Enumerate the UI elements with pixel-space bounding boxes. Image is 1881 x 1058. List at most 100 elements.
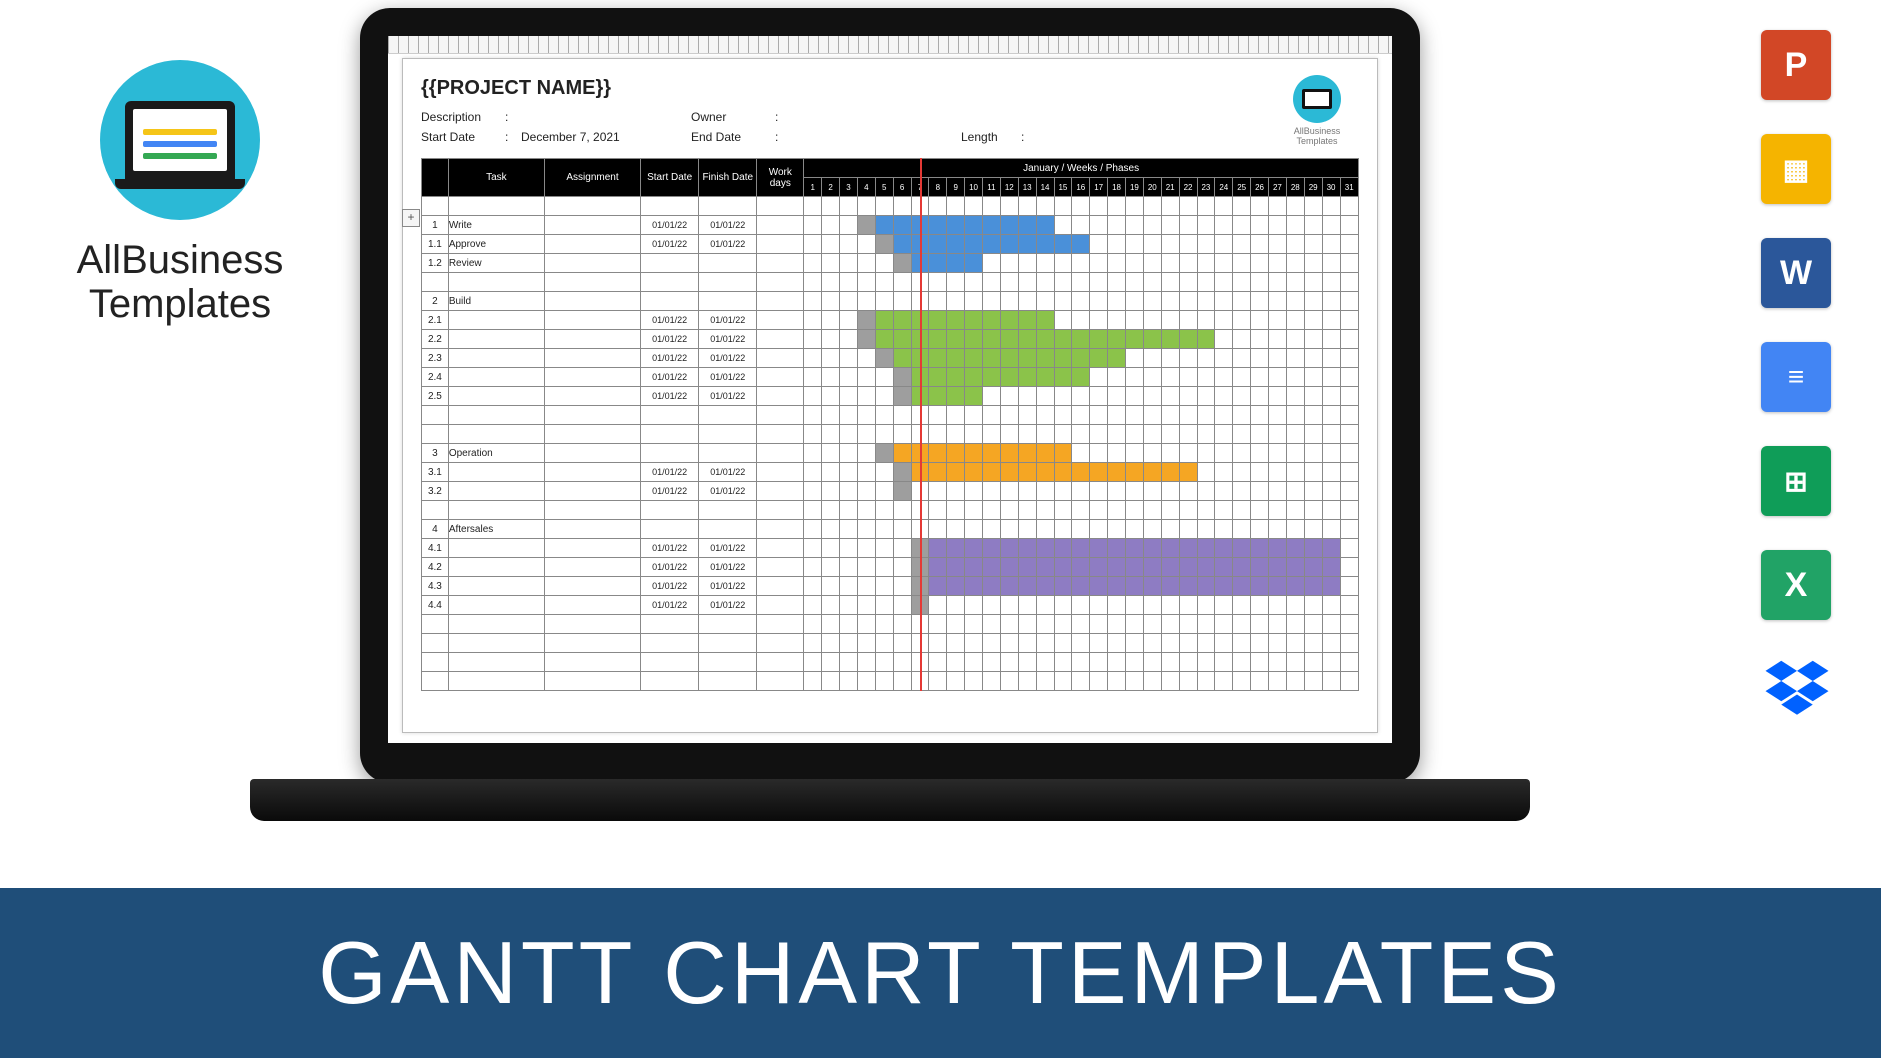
- timeline-cell[interactable]: [1072, 482, 1090, 501]
- timeline-cell[interactable]: [929, 539, 947, 558]
- timeline-cell[interactable]: [1054, 330, 1072, 349]
- cell[interactable]: [448, 558, 544, 577]
- timeline-cell[interactable]: [1126, 615, 1144, 634]
- timeline-cell[interactable]: [1126, 197, 1144, 216]
- timeline-cell[interactable]: [929, 653, 947, 672]
- timeline-cell[interactable]: [1143, 539, 1161, 558]
- cell[interactable]: 4.1: [422, 539, 449, 558]
- timeline-cell[interactable]: [1018, 406, 1036, 425]
- timeline-cell[interactable]: [1126, 425, 1144, 444]
- cell[interactable]: [448, 349, 544, 368]
- timeline-cell[interactable]: [1269, 197, 1287, 216]
- cell[interactable]: [448, 387, 544, 406]
- timeline-cell[interactable]: [1286, 558, 1304, 577]
- cell[interactable]: [544, 539, 640, 558]
- timeline-cell[interactable]: [1072, 596, 1090, 615]
- cell[interactable]: 01/01/22: [641, 368, 699, 387]
- timeline-cell[interactable]: [1143, 463, 1161, 482]
- timeline-cell[interactable]: [947, 596, 965, 615]
- timeline-cell[interactable]: [1143, 254, 1161, 273]
- timeline-cell[interactable]: [1143, 520, 1161, 539]
- powerpoint-icon[interactable]: P: [1761, 30, 1831, 100]
- timeline-cell[interactable]: [1161, 501, 1179, 520]
- timeline-cell[interactable]: [1269, 406, 1287, 425]
- timeline-cell[interactable]: [1000, 311, 1018, 330]
- timeline-cell[interactable]: [965, 216, 983, 235]
- cell[interactable]: [699, 501, 757, 520]
- timeline-cell[interactable]: [947, 501, 965, 520]
- timeline-cell[interactable]: [1197, 520, 1215, 539]
- timeline-cell[interactable]: [1322, 653, 1340, 672]
- timeline-cell[interactable]: [1233, 558, 1251, 577]
- timeline-cell[interactable]: [840, 292, 858, 311]
- timeline-cell[interactable]: [840, 311, 858, 330]
- timeline-cell[interactable]: [1251, 615, 1269, 634]
- timeline-cell[interactable]: [1054, 615, 1072, 634]
- timeline-cell[interactable]: [1072, 387, 1090, 406]
- timeline-cell[interactable]: [1054, 520, 1072, 539]
- timeline-cell[interactable]: [929, 463, 947, 482]
- timeline-cell[interactable]: [1286, 672, 1304, 691]
- timeline-cell[interactable]: [965, 425, 983, 444]
- cell[interactable]: [544, 387, 640, 406]
- timeline-cell[interactable]: [857, 254, 875, 273]
- timeline-cell[interactable]: [983, 596, 1001, 615]
- timeline-cell[interactable]: [1322, 596, 1340, 615]
- timeline-cell[interactable]: [857, 368, 875, 387]
- timeline-cell[interactable]: [1179, 520, 1197, 539]
- timeline-cell[interactable]: [1000, 349, 1018, 368]
- timeline-cell[interactable]: [947, 653, 965, 672]
- cell[interactable]: [757, 558, 804, 577]
- timeline-cell[interactable]: [929, 577, 947, 596]
- timeline-cell[interactable]: [822, 330, 840, 349]
- timeline-cell[interactable]: [965, 197, 983, 216]
- cell[interactable]: 01/01/22: [699, 539, 757, 558]
- timeline-cell[interactable]: [1215, 539, 1233, 558]
- timeline-cell[interactable]: [1036, 368, 1054, 387]
- timeline-cell[interactable]: [1090, 235, 1108, 254]
- timeline-cell[interactable]: [804, 558, 822, 577]
- timeline-cell[interactable]: [1018, 634, 1036, 653]
- timeline-cell[interactable]: [1233, 292, 1251, 311]
- timeline-cell[interactable]: [929, 330, 947, 349]
- timeline-cell[interactable]: [1108, 520, 1126, 539]
- timeline-cell[interactable]: [822, 197, 840, 216]
- timeline-cell[interactable]: [1018, 311, 1036, 330]
- google-docs-icon[interactable]: ≡: [1761, 342, 1831, 412]
- timeline-cell[interactable]: [1215, 463, 1233, 482]
- timeline-cell[interactable]: [1072, 254, 1090, 273]
- timeline-cell[interactable]: [1108, 368, 1126, 387]
- timeline-cell[interactable]: [1286, 387, 1304, 406]
- timeline-cell[interactable]: [1054, 368, 1072, 387]
- cell[interactable]: 4.2: [422, 558, 449, 577]
- timeline-cell[interactable]: [1161, 615, 1179, 634]
- timeline-cell[interactable]: [1072, 577, 1090, 596]
- timeline-cell[interactable]: [1143, 558, 1161, 577]
- timeline-cell[interactable]: [1322, 501, 1340, 520]
- timeline-cell[interactable]: [1197, 539, 1215, 558]
- cell[interactable]: [641, 406, 699, 425]
- timeline-cell[interactable]: [1143, 444, 1161, 463]
- cell[interactable]: [422, 197, 449, 216]
- timeline-cell[interactable]: [857, 653, 875, 672]
- dropbox-icon[interactable]: [1761, 654, 1831, 724]
- timeline-cell[interactable]: [857, 634, 875, 653]
- cell[interactable]: [544, 634, 640, 653]
- timeline-cell[interactable]: [1108, 501, 1126, 520]
- timeline-cell[interactable]: [1251, 482, 1269, 501]
- timeline-cell[interactable]: [1054, 406, 1072, 425]
- timeline-cell[interactable]: [875, 539, 893, 558]
- timeline-cell[interactable]: [1054, 482, 1072, 501]
- timeline-cell[interactable]: [1018, 482, 1036, 501]
- timeline-cell[interactable]: [1322, 634, 1340, 653]
- timeline-cell[interactable]: [857, 482, 875, 501]
- timeline-cell[interactable]: [1108, 539, 1126, 558]
- cell[interactable]: [422, 634, 449, 653]
- timeline-cell[interactable]: [1054, 254, 1072, 273]
- timeline-cell[interactable]: [1108, 577, 1126, 596]
- timeline-cell[interactable]: [1340, 615, 1359, 634]
- timeline-cell[interactable]: [983, 615, 1001, 634]
- timeline-cell[interactable]: [1161, 672, 1179, 691]
- timeline-cell[interactable]: [857, 197, 875, 216]
- timeline-cell[interactable]: [1304, 577, 1322, 596]
